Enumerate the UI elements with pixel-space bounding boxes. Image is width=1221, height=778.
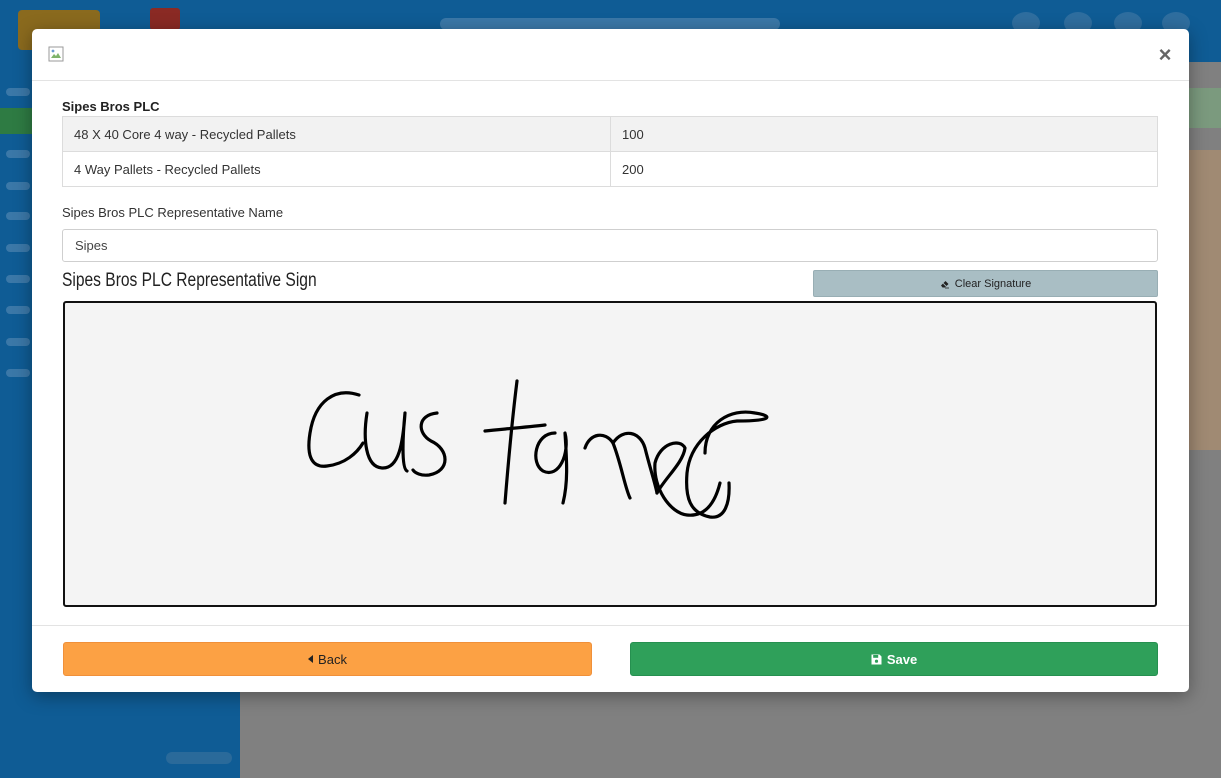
table-row: 48 X 40 Core 4 way - Recycled Pallets 10… xyxy=(62,116,1158,152)
floppy-disk-icon xyxy=(871,654,882,664)
rep-name-input[interactable] xyxy=(62,229,1158,262)
save-button[interactable]: Save xyxy=(630,642,1158,676)
sidebar-item-active xyxy=(0,108,32,134)
sidebar-item xyxy=(6,369,30,377)
caret-left-icon xyxy=(308,655,314,663)
eraser-icon xyxy=(940,280,949,288)
sidebar-footer xyxy=(166,752,232,764)
sidebar-item xyxy=(6,275,30,283)
broken-image-icon xyxy=(48,46,64,62)
items-table: 48 X 40 Core 4 way - Recycled Pallets 10… xyxy=(62,116,1158,187)
close-button[interactable]: × xyxy=(1155,43,1175,67)
backdrop-orange-panel xyxy=(1189,150,1221,450)
handwritten-signature xyxy=(307,379,769,519)
modal-footer: Back Save xyxy=(32,625,1189,692)
product-cell: 4 Way Pallets - Recycled Pallets xyxy=(62,151,611,187)
clear-signature-button[interactable]: Clear Signature xyxy=(813,270,1158,297)
rep-name-label: Sipes Bros PLC Representative Name xyxy=(62,205,284,220)
sidebar-item xyxy=(6,212,30,220)
sidebar-item xyxy=(6,150,30,158)
back-label: Back xyxy=(318,651,347,667)
sidebar-item xyxy=(6,306,30,314)
close-icon: × xyxy=(1158,42,1172,67)
app-badge xyxy=(150,8,180,30)
company-name: Sipes Bros PLC xyxy=(62,99,160,114)
clear-signature-label: Clear Signature xyxy=(954,277,1032,290)
product-cell: 48 X 40 Core 4 way - Recycled Pallets xyxy=(62,116,611,152)
signature-pad[interactable] xyxy=(63,301,1157,607)
signature-modal: × Sipes Bros PLC 48 X 40 Core 4 way - Re… xyxy=(32,29,1189,692)
sidebar-item xyxy=(6,244,30,252)
sidebar-item xyxy=(6,338,30,346)
sidebar-item xyxy=(6,182,30,190)
back-button[interactable]: Back xyxy=(63,642,592,676)
quantity-cell: 100 xyxy=(610,116,1158,152)
sidebar-item xyxy=(6,88,30,96)
save-label: Save xyxy=(886,651,918,667)
modal-header: × xyxy=(32,29,1189,81)
table-row: 4 Way Pallets - Recycled Pallets 200 xyxy=(62,151,1158,187)
sign-title: Sipes Bros PLC Representative Sign xyxy=(62,270,317,291)
quantity-cell: 200 xyxy=(610,151,1158,187)
backdrop-green-panel xyxy=(1189,88,1221,128)
